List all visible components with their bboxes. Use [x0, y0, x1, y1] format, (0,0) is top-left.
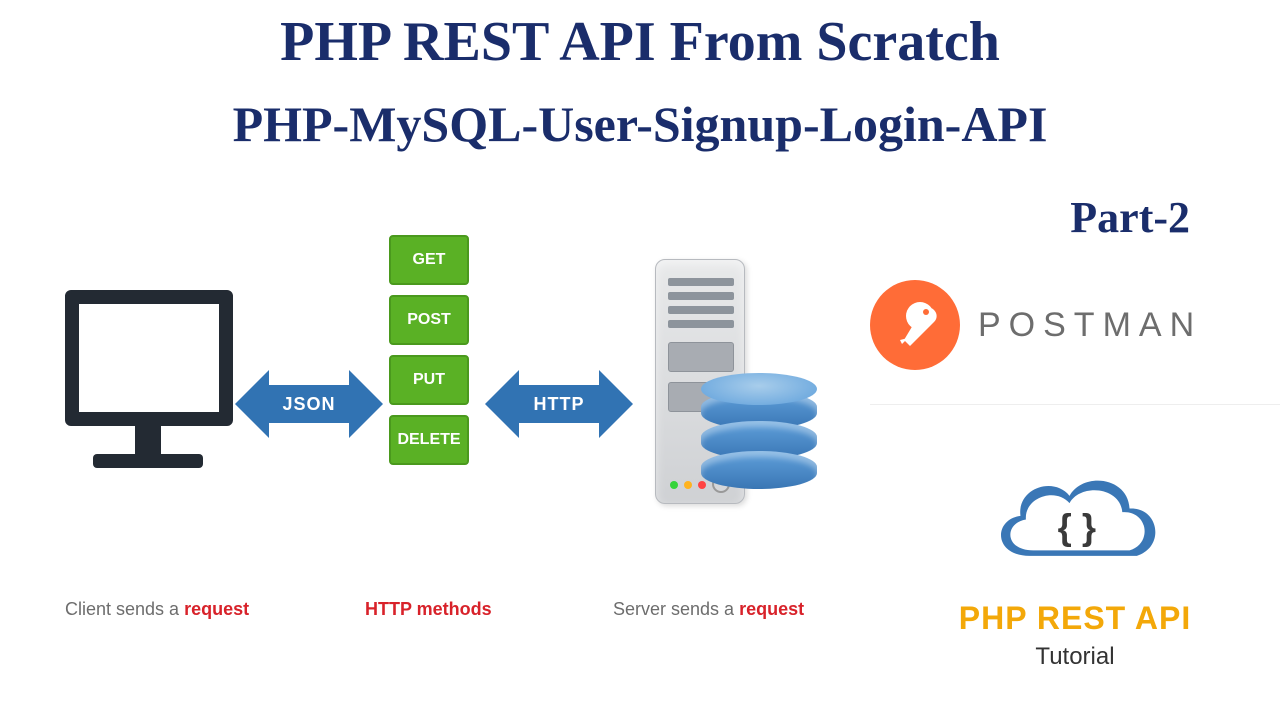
server-caption-prefix: Server sends a [613, 599, 739, 619]
client-caption-strong: request [184, 599, 249, 619]
client-caption-prefix: Client sends a [65, 599, 184, 619]
http-methods-caption: HTTP methods [365, 599, 492, 620]
server-caption: Server sends a request [613, 599, 804, 620]
rest-card-sub: Tutorial [1035, 643, 1114, 671]
sub-title: PHP-MySQL-User-Signup-Login-API [0, 95, 1280, 153]
http-methods-stack: GET POST PUT DELETE [389, 235, 469, 465]
postman-logo-icon [870, 280, 960, 370]
http-arrow-label: HTTP [519, 385, 599, 423]
http-arrow-icon: HTTP [485, 383, 633, 425]
http-method-post: POST [389, 295, 469, 345]
part-label: Part-2 [1070, 192, 1190, 243]
http-method-get: GET [389, 235, 469, 285]
rest-diagram: JSON GET POST PUT DELETE HTTP [65, 265, 855, 685]
server-caption-strong: request [739, 599, 804, 619]
database-icon [701, 373, 817, 481]
client-monitor-icon [65, 290, 230, 468]
http-method-put: PUT [389, 355, 469, 405]
cloud-braces-icon: { } [975, 454, 1175, 594]
json-arrow-label: JSON [269, 385, 349, 423]
postman-label: POSTMAN [978, 306, 1202, 345]
braces-text: { } [1058, 506, 1096, 547]
main-title: PHP REST API From Scratch [0, 10, 1280, 74]
client-caption: Client sends a request [65, 599, 249, 620]
postman-block: POSTMAN [870, 280, 1202, 370]
http-method-delete: DELETE [389, 415, 469, 465]
json-arrow-icon: JSON [235, 383, 383, 425]
php-rest-api-card: { } PHP REST API Tutorial [870, 404, 1280, 720]
rest-card-title: PHP REST API [959, 600, 1192, 637]
